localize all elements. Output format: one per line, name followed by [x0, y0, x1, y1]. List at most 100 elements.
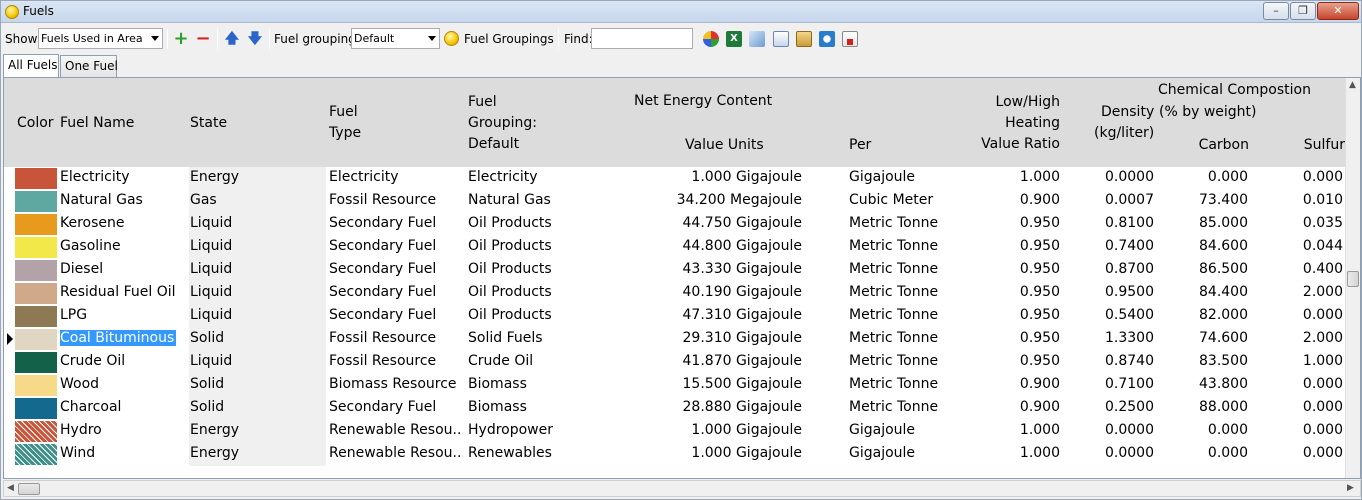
state-cell[interactable]: Energy [190, 422, 324, 438]
fuel-name-cell[interactable]: Residual Fuel Oil [60, 284, 188, 300]
ratio-cell[interactable]: 0.950 [979, 215, 1060, 231]
fuel-grouping-dropdown[interactable]: Default [351, 28, 440, 49]
grouping-cell[interactable]: Oil Products [468, 284, 598, 300]
title-bar[interactable]: Fuels – ❐ ✕ [1, 1, 1361, 23]
state-cell[interactable]: Liquid [190, 261, 324, 277]
carbon-cell[interactable]: 86.500 [1164, 261, 1248, 277]
carbon-cell[interactable]: 83.500 [1164, 353, 1248, 369]
fuel-name-cell[interactable]: Wind [60, 445, 188, 461]
per-cell[interactable]: Metric Tonne [849, 307, 969, 323]
density-cell[interactable]: 0.9500 [1072, 284, 1154, 300]
ratio-cell[interactable]: 1.000 [979, 422, 1060, 438]
value-units-cell[interactable]: 40.190 Gigajoule [604, 284, 802, 300]
value-units-cell[interactable]: 47.310 Gigajoule [604, 307, 802, 323]
state-cell[interactable]: Solid [190, 399, 324, 415]
sulfur-cell[interactable]: 0.000 [1264, 307, 1343, 323]
header-state[interactable]: State [190, 115, 227, 131]
value-units-cell[interactable]: 43.330 Gigajoule [604, 261, 802, 277]
sulfur-cell[interactable]: 1.000 [1264, 353, 1343, 369]
minimize-button[interactable]: – [1263, 2, 1289, 20]
type-cell[interactable]: Secondary Fuel [329, 261, 463, 277]
type-cell[interactable]: Secondary Fuel [329, 284, 463, 300]
grouping-cell[interactable]: Crude Oil [468, 353, 598, 369]
type-cell[interactable]: Electricity [329, 169, 463, 185]
carbon-cell[interactable]: 0.000 [1164, 422, 1248, 438]
carbon-cell[interactable]: 0.000 [1164, 445, 1248, 461]
header-ratio-line2[interactable]: Heating [1005, 115, 1060, 131]
fuel-name-cell[interactable]: Natural Gas [60, 192, 188, 208]
type-cell[interactable]: Renewable Resou... [329, 445, 463, 461]
fuel-name-cell[interactable]: Coal Bituminous [60, 330, 188, 346]
color-swatch[interactable] [15, 260, 57, 281]
per-cell[interactable]: Metric Tonne [849, 376, 969, 392]
per-cell[interactable]: Metric Tonne [849, 353, 969, 369]
value-units-cell[interactable]: 1.000 Gigajoule [604, 422, 802, 438]
grouping-cell[interactable]: Biomass [468, 399, 598, 415]
refresh-icon[interactable] [819, 31, 835, 47]
type-cell[interactable]: Fossil Resource [329, 192, 463, 208]
horizontal-scroll-thumb[interactable] [18, 483, 40, 495]
value-units-cell[interactable]: 15.500 Gigajoule [604, 376, 802, 392]
per-cell[interactable]: Metric Tonne [849, 284, 969, 300]
header-density-line2[interactable]: (kg/liter) [1094, 125, 1154, 141]
paste-icon[interactable] [796, 31, 812, 47]
state-cell[interactable]: Liquid [190, 238, 324, 254]
table-row[interactable]: Wood Solid Biomass Resource Biomass 15.500 G… [4, 374, 1347, 397]
ratio-cell[interactable]: 0.950 [979, 330, 1060, 346]
sulfur-cell[interactable]: 0.000 [1264, 422, 1343, 438]
fuel-name-cell[interactable]: Gasoline [60, 238, 188, 254]
fuels-grid[interactable]: Color Fuel Name State Fuel Type Fuel Gro… [3, 77, 1361, 479]
ratio-cell[interactable]: 0.900 [979, 192, 1060, 208]
tab-all-fuels[interactable]: All Fuels [3, 54, 59, 77]
fuel-groupings-button[interactable]: Fuel Groupings [464, 32, 554, 46]
value-units-cell[interactable]: 41.870 Gigajoule [604, 353, 802, 369]
fuel-name-cell[interactable]: Charcoal [60, 399, 188, 415]
table-row[interactable]: Hydro Energy Renewable Resou... Hydropower 1… [4, 420, 1347, 443]
table-row[interactable]: Wind Energy Renewable Resou... Renewables 1.… [4, 443, 1347, 466]
header-ratio-line3[interactable]: Value Ratio [981, 136, 1060, 152]
color-swatch[interactable] [15, 329, 57, 350]
header-fuel-name[interactable]: Fuel Name [60, 115, 134, 131]
header-fuel-type-line2[interactable]: Type [329, 125, 361, 141]
color-swatch[interactable] [15, 352, 57, 373]
type-cell[interactable]: Fossil Resource [329, 353, 463, 369]
grouping-cell[interactable]: Biomass [468, 376, 598, 392]
state-cell[interactable]: Liquid [190, 353, 324, 369]
color-swatch[interactable] [15, 214, 57, 235]
per-cell[interactable]: Gigajoule [849, 445, 969, 461]
value-units-cell[interactable]: 29.310 Gigajoule [604, 330, 802, 346]
carbon-cell[interactable]: 88.000 [1164, 399, 1248, 415]
ratio-cell[interactable]: 0.950 [979, 284, 1060, 300]
color-swatch[interactable] [15, 306, 57, 327]
sulfur-cell[interactable]: 0.000 [1264, 399, 1343, 415]
table-row[interactable]: Coal Bituminous Solid Fossil Resource Solid… [4, 328, 1347, 351]
color-swatch[interactable] [15, 283, 57, 304]
print-icon[interactable] [842, 31, 858, 47]
ratio-cell[interactable]: 0.900 [979, 376, 1060, 392]
export-icon[interactable] [749, 31, 765, 47]
color-swatch[interactable] [15, 398, 57, 419]
fuel-name-cell[interactable]: Diesel [60, 261, 188, 277]
ratio-cell[interactable]: 1.000 [979, 445, 1060, 461]
state-cell[interactable]: Liquid [190, 215, 324, 231]
density-cell[interactable]: 0.8100 [1072, 215, 1154, 231]
grouping-cell[interactable]: Hydropower [468, 422, 598, 438]
table-row[interactable]: Natural Gas Gas Fossil Resource Natural Gas… [4, 190, 1347, 213]
table-row[interactable]: Kerosene Liquid Secondary Fuel Oil Products… [4, 213, 1347, 236]
carbon-cell[interactable]: 43.800 [1164, 376, 1248, 392]
color-swatch[interactable] [15, 444, 57, 465]
close-button[interactable]: ✕ [1317, 2, 1359, 20]
state-cell[interactable]: Energy [190, 169, 324, 185]
per-cell[interactable]: Gigajoule [849, 422, 969, 438]
sulfur-cell[interactable]: 0.400 [1264, 261, 1343, 277]
move-down-icon[interactable]: 🡇 [247, 31, 263, 47]
color-swatch[interactable] [15, 168, 57, 189]
grouping-cell[interactable]: Oil Products [468, 307, 598, 323]
copy-icon[interactable] [773, 31, 789, 47]
color-swatch[interactable] [15, 191, 57, 212]
density-cell[interactable]: 0.5400 [1072, 307, 1154, 323]
carbon-cell[interactable]: 82.000 [1164, 307, 1248, 323]
header-color[interactable]: Color [17, 115, 54, 131]
type-cell[interactable]: Biomass Resource [329, 376, 463, 392]
value-units-cell[interactable]: 1.000 Gigajoule [604, 169, 802, 185]
